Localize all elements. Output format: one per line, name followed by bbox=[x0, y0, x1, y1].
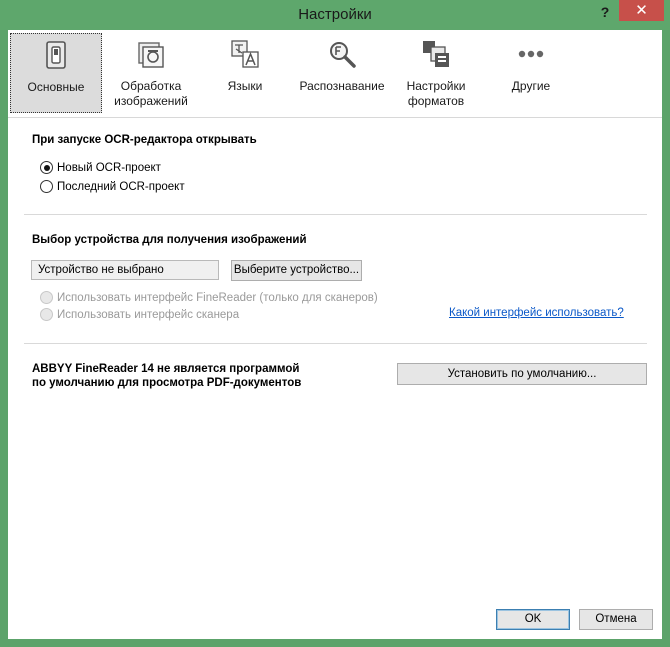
switch-icon bbox=[46, 41, 66, 69]
tab-label: Настройки форматов bbox=[406, 79, 466, 108]
cancel-button[interactable]: Отмена bbox=[579, 609, 653, 630]
recognition-icon bbox=[330, 42, 356, 68]
radio-label: Использовать интерфейс FineReader (тольк… bbox=[57, 291, 378, 304]
radio-label: Последний OCR-проект bbox=[57, 180, 185, 193]
section-divider bbox=[24, 343, 647, 344]
settings-tab-bar: Основные Обработка изображений Языки Рас… bbox=[8, 30, 662, 118]
tab-label: Обработка изображений bbox=[114, 79, 188, 108]
radio-scanner-interface[interactable]: Использовать интерфейс сканера bbox=[40, 308, 239, 321]
dialog-body: Основные Обработка изображений Языки Рас… bbox=[8, 30, 662, 639]
radio-button[interactable] bbox=[40, 161, 53, 174]
default-app-line2: по умолчанию для просмотра PDF-документо… bbox=[32, 377, 302, 389]
device-name-field: Устройство не выбрано bbox=[31, 260, 219, 280]
radio-label: Новый OCR-проект bbox=[57, 161, 161, 174]
languages-icon bbox=[231, 40, 259, 68]
radio-finereader-interface[interactable]: Использовать интерфейс FineReader (тольк… bbox=[40, 291, 378, 304]
startup-section-title: При запуске OCR-редактора открывать bbox=[32, 134, 257, 146]
radio-last-project[interactable]: Последний OCR-проект bbox=[40, 180, 185, 193]
formats-icon bbox=[423, 41, 449, 67]
radio-button[interactable] bbox=[40, 308, 53, 321]
close-button[interactable]: ✕ bbox=[619, 0, 664, 21]
tab-formats[interactable]: Настройки форматов bbox=[394, 33, 478, 113]
tab-image-processing[interactable]: Обработка изображений bbox=[105, 33, 197, 113]
tab-label: Другие bbox=[511, 79, 551, 93]
device-section-title: Выбор устройства для получения изображен… bbox=[32, 234, 307, 246]
section-divider bbox=[24, 214, 647, 215]
tab-recognition[interactable]: Распознавание bbox=[295, 33, 389, 113]
tab-other[interactable]: Другие bbox=[491, 33, 571, 113]
ok-button[interactable]: OK bbox=[496, 609, 570, 630]
title-bar: Настройки ? ✕ bbox=[0, 0, 670, 30]
help-button[interactable]: ? bbox=[592, 2, 618, 22]
set-default-button[interactable]: Установить по умолчанию... bbox=[397, 363, 647, 385]
more-icon bbox=[518, 50, 544, 58]
which-interface-link[interactable]: Какой интерфейс использовать? bbox=[449, 307, 624, 319]
radio-label: Использовать интерфейс сканера bbox=[57, 308, 240, 321]
radio-button[interactable] bbox=[40, 180, 53, 193]
tab-label: Основные bbox=[27, 80, 85, 94]
radio-new-project[interactable]: Новый OCR-проект bbox=[40, 161, 161, 174]
image-processing-icon bbox=[138, 42, 164, 68]
tab-label: Распознавание bbox=[299, 79, 385, 93]
tab-label: Языки bbox=[227, 79, 263, 93]
radio-button[interactable] bbox=[40, 291, 53, 304]
select-device-button[interactable]: Выберите устройство... bbox=[231, 260, 362, 281]
window-title: Настройки bbox=[298, 6, 372, 23]
tab-general[interactable]: Основные bbox=[10, 33, 102, 113]
tab-languages[interactable]: Языки bbox=[205, 33, 285, 113]
default-app-line1: ABBYY FineReader 14 не является программ… bbox=[32, 363, 300, 375]
